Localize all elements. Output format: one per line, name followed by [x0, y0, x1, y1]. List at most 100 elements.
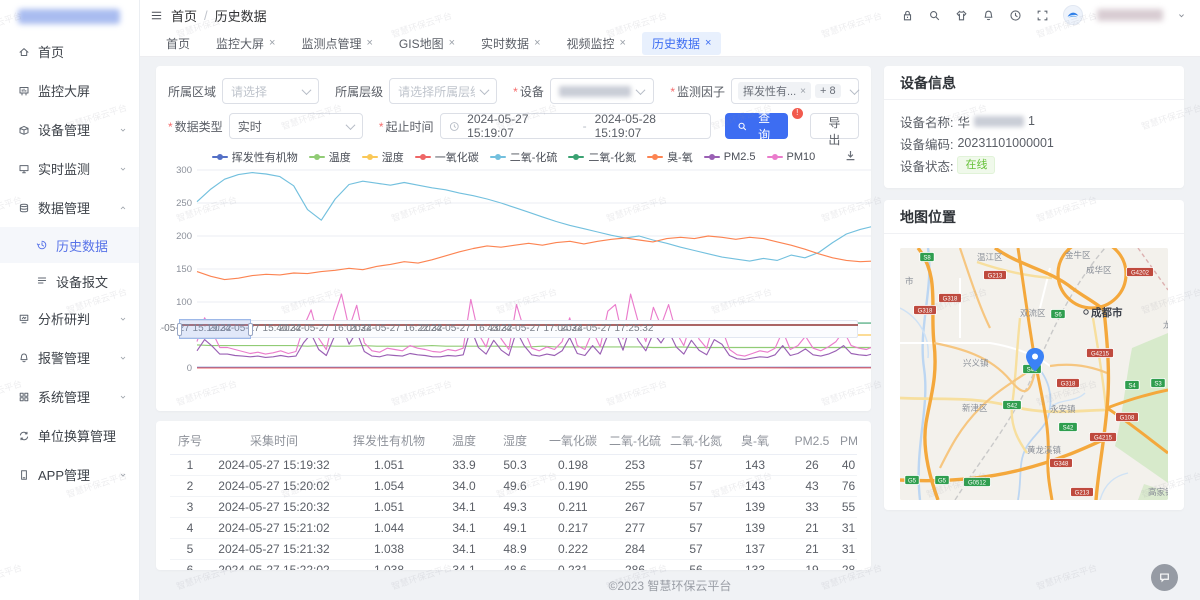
tab-4[interactable]: 实时数据×	[471, 32, 550, 55]
sidebar-item-7[interactable]: 分析研判	[0, 299, 139, 338]
tab-2[interactable]: 监测点管理×	[291, 32, 382, 55]
breadcrumb-home[interactable]: 首页	[171, 6, 197, 25]
history-query-card: 所属区域 请选择 所属层级 请选择所属层级 *设备 *监测因子 挥发性有...×…	[156, 66, 871, 411]
table-cell: 31	[840, 521, 857, 535]
user-avatar[interactable]	[1063, 5, 1083, 25]
download-icon[interactable]	[844, 149, 857, 162]
table-cell: 0.231	[542, 563, 604, 570]
svg-text:200: 200	[176, 231, 192, 242]
legend-marker	[212, 154, 228, 160]
tab-close-icon[interactable]: ×	[534, 37, 540, 49]
table-cell: 1.051	[338, 458, 440, 472]
legend-item-7[interactable]: PM2.5	[704, 151, 756, 163]
legend-item-0[interactable]: 挥发性有机物	[212, 149, 298, 165]
tag-close-icon[interactable]: ×	[800, 86, 806, 97]
chat-fab[interactable]	[1151, 564, 1178, 591]
table-cell: 57	[666, 521, 726, 535]
legend-item-8[interactable]: PM10	[767, 151, 816, 163]
datatype-select[interactable]: 实时	[229, 113, 363, 139]
sidebar-item-0[interactable]: 首页	[0, 32, 139, 71]
tab-close-icon[interactable]: ×	[269, 37, 275, 49]
sidebar-menu: 首页监控大屏设备管理实时监测数据管理历史数据设备报文分析研判报警管理系统管理单位…	[0, 32, 139, 494]
tab-close-icon[interactable]: ×	[449, 37, 455, 49]
table-cell: 19	[784, 563, 840, 570]
tab-0[interactable]: 首页	[156, 32, 200, 55]
timerange-picker[interactable]: 2024-05-27 15:19:07 - 2024-05-28 15:19:0…	[440, 113, 711, 139]
sidebar-item-11[interactable]: APP管理	[0, 455, 139, 494]
chevron-down-icon	[119, 126, 127, 134]
sidebar-item-3[interactable]: 实时监测	[0, 149, 139, 188]
datazoom-handle-left[interactable]	[177, 323, 182, 336]
sidebar-item-9[interactable]: 系统管理	[0, 377, 139, 416]
table-row-3: 42024-05-27 15:21:021.04434.149.10.21727…	[170, 518, 857, 539]
tab-5[interactable]: 视频监控×	[557, 32, 636, 55]
legend-item-2[interactable]: 湿度	[362, 149, 404, 165]
search-icon[interactable]	[928, 9, 941, 22]
table-cell: 1.038	[338, 542, 440, 556]
tab-close-icon[interactable]: ×	[620, 37, 626, 49]
level-select[interactable]: 请选择所属层级	[389, 78, 497, 104]
sidebar-item-1[interactable]: 监控大屏	[0, 71, 139, 110]
chevron-down-icon	[119, 471, 127, 479]
legend-item-5[interactable]: 二氧-化氮	[568, 149, 636, 165]
tab-6[interactable]: 历史数据×	[642, 32, 721, 55]
table-cell: 5	[170, 542, 210, 556]
breadcrumb-separator: /	[204, 8, 208, 23]
factor-select[interactable]: 挥发性有...× + 8	[731, 78, 859, 104]
table-cell: 2024-05-27 15:21:02	[210, 521, 338, 535]
query-button[interactable]: 查询 !	[725, 113, 788, 139]
svg-text:G5: G5	[938, 478, 947, 484]
chevron-down-icon[interactable]	[1177, 9, 1186, 22]
factor-tag[interactable]: 挥发性有...×	[738, 82, 811, 100]
svg-text:G4215: G4215	[1094, 435, 1113, 441]
theme-icon[interactable]	[955, 9, 968, 22]
legend-item-4[interactable]: 二氧-化硫	[490, 149, 558, 165]
map-road-badge: G5	[935, 476, 949, 485]
factor-more-tag[interactable]: + 8	[815, 84, 841, 98]
map[interactable]: S8G213G4202G318G318S6S42G4215G318S4S3S42…	[900, 248, 1168, 500]
map-road-badge: G318	[939, 294, 962, 303]
legend-item-3[interactable]: 一氧化碳	[415, 149, 479, 165]
table-cell: 4	[170, 521, 210, 535]
time-icon[interactable]	[1009, 9, 1022, 22]
table-cell: 2024-05-27 15:20:02	[210, 479, 338, 493]
datazoom-track[interactable]	[179, 320, 858, 338]
sidebar-item-4[interactable]: 数据管理	[0, 188, 139, 227]
map-road-badge: G108	[1116, 413, 1139, 422]
area-select[interactable]: 请选择	[222, 78, 319, 104]
hamburger-menu-icon[interactable]	[150, 9, 163, 22]
device-select[interactable]	[550, 78, 654, 104]
time-start[interactable]: 2024-05-27 15:19:07	[467, 112, 574, 140]
tab-close-icon[interactable]: ×	[705, 37, 711, 49]
tab-1[interactable]: 监控大屏×	[206, 32, 285, 55]
sidebar-item-5[interactable]: 历史数据	[0, 227, 139, 263]
bell-icon[interactable]	[982, 9, 995, 22]
legend-item-6[interactable]: 臭-氧	[647, 149, 693, 165]
tab-3[interactable]: GIS地图×	[389, 32, 465, 55]
table-cell: 0.211	[542, 500, 604, 514]
datazoom-window[interactable]	[179, 319, 251, 339]
legend-item-1[interactable]: 温度	[309, 149, 351, 165]
sidebar-item-10[interactable]: 单位换算管理	[0, 416, 139, 455]
username[interactable]	[1097, 9, 1163, 21]
map-road-badge: G348	[1050, 459, 1073, 468]
datazoom-handle-right[interactable]	[248, 323, 253, 336]
sidebar-item-6[interactable]: 设备报文	[0, 263, 139, 299]
tab-close-icon[interactable]: ×	[366, 37, 372, 49]
level-label: 所属层级	[335, 83, 383, 100]
map-place-label: 金牛区	[1065, 250, 1091, 260]
sidebar-item-8[interactable]: 报警管理	[0, 338, 139, 377]
svg-text:300: 300	[176, 166, 192, 176]
table-header-1: 采集时间	[210, 432, 338, 449]
unit-icon	[18, 430, 30, 442]
fullscreen-icon[interactable]	[1036, 9, 1049, 22]
svg-text:G108: G108	[1120, 415, 1135, 421]
sidebar-item-2[interactable]: 设备管理	[0, 110, 139, 149]
time-end[interactable]: 2024-05-28 15:19:07	[595, 112, 702, 140]
lock-icon[interactable]	[901, 9, 914, 22]
export-button[interactable]: 导出	[810, 113, 859, 139]
dashboard-icon	[18, 85, 30, 97]
svg-text:S3: S3	[1154, 381, 1162, 387]
history-chart[interactable]: 050100150200250300	[168, 166, 859, 382]
device-label: *设备	[513, 83, 544, 100]
